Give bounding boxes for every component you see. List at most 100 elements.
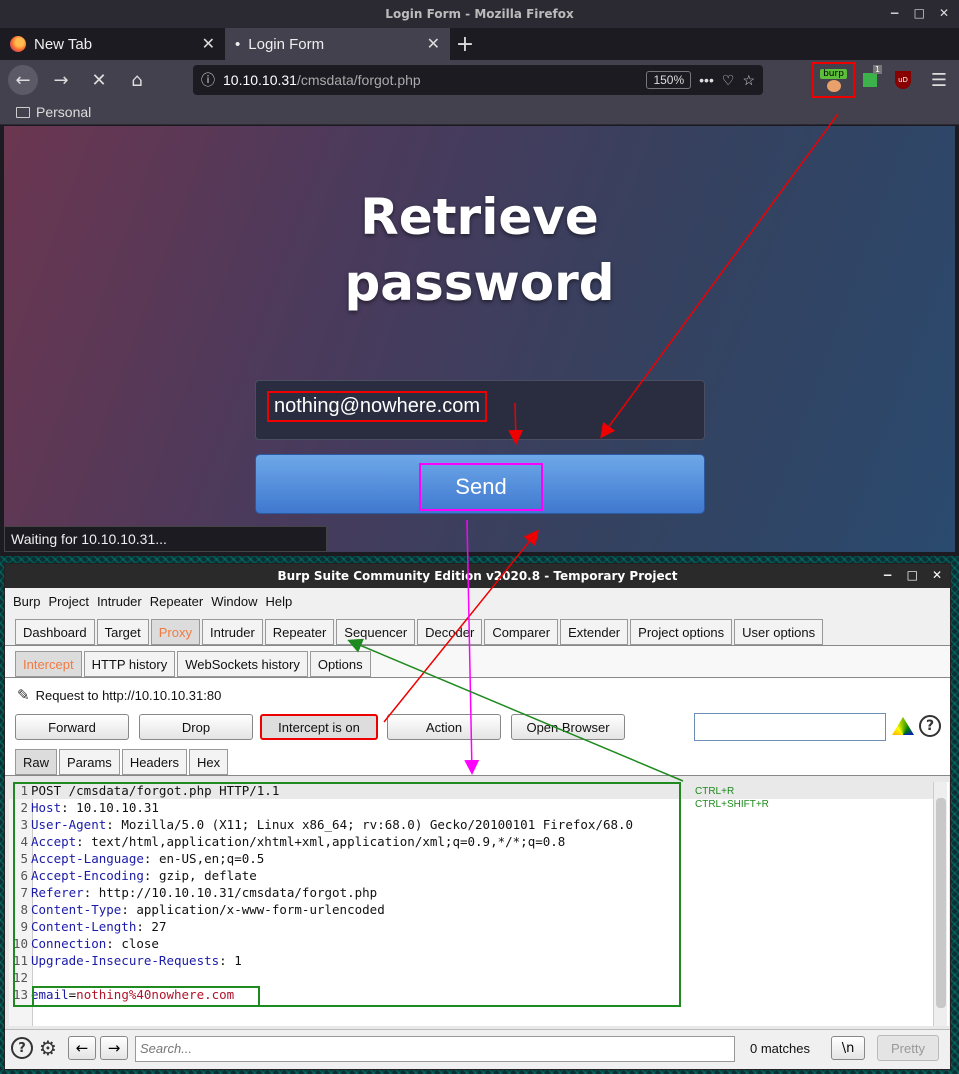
gear-icon[interactable]: ⚙ xyxy=(37,1036,59,1060)
page-title-line1: Retrieve xyxy=(360,188,599,246)
menu-project[interactable]: Project xyxy=(48,594,88,609)
maximize-icon[interactable]: □ xyxy=(907,568,918,582)
pencil-icon[interactable]: ✎ xyxy=(17,686,30,704)
pretty-button[interactable]: Pretty xyxy=(877,1035,939,1061)
home-icon: ⌂ xyxy=(131,69,143,91)
send-button[interactable]: Send xyxy=(255,454,705,514)
tab-hex[interactable]: Hex xyxy=(188,749,229,775)
menu-intruder[interactable]: Intruder xyxy=(97,594,142,609)
navigation-toolbar: ← → ✕ ⌂ ⓘ 10.10.10.31/cmsdata/forgot.php… xyxy=(0,60,959,100)
search-input[interactable]: Search... xyxy=(135,1036,735,1062)
tab-comparer[interactable]: Comparer xyxy=(484,619,559,645)
scrollbar-thumb[interactable] xyxy=(936,798,946,1008)
tab-label: New Tab xyxy=(34,35,93,53)
extension-count-badge: 1 xyxy=(873,65,883,74)
highlight-color-icon[interactable] xyxy=(892,717,914,735)
tab-sequencer[interactable]: Sequencer xyxy=(336,619,416,645)
bookmark-folder-personal[interactable]: Personal xyxy=(36,104,91,120)
action-button[interactable]: Action xyxy=(387,714,501,740)
comment-input[interactable] xyxy=(694,713,886,741)
email-input-value: nothing@nowhere.com xyxy=(267,391,487,422)
tab-options[interactable]: Options xyxy=(309,651,371,677)
arrow-left-icon: ← xyxy=(75,1039,89,1057)
close-icon[interactable]: ✕ xyxy=(932,568,942,582)
tab-extender[interactable]: Extender xyxy=(560,619,629,645)
email-param-annotation-box xyxy=(32,986,260,1007)
tab-user-options[interactable]: User options xyxy=(734,619,824,645)
minimize-icon[interactable]: − xyxy=(883,568,893,582)
bookmarks-toolbar: Personal xyxy=(0,100,959,125)
forward-button[interactable]: → xyxy=(46,65,76,95)
hamburger-menu-icon[interactable]: ☰ xyxy=(931,70,947,91)
menu-burp[interactable]: Burp xyxy=(13,594,40,609)
tab-target[interactable]: Target xyxy=(96,619,149,645)
tab-project-options[interactable]: Project options xyxy=(630,619,733,645)
arrow-left-icon: ← xyxy=(15,69,31,91)
request-target-line: ✎ Request to http://10.10.10.31:80 xyxy=(5,678,950,712)
tab-raw[interactable]: Raw xyxy=(15,749,58,775)
tab-websockets-history[interactable]: WebSockets history xyxy=(177,651,308,677)
tab-http-history[interactable]: HTTP history xyxy=(83,651,176,677)
folder-icon xyxy=(16,106,30,118)
pocket-icon[interactable]: ♡ xyxy=(722,72,735,89)
forward-request-button[interactable]: Forward xyxy=(15,714,129,740)
back-button[interactable]: ← xyxy=(8,65,38,95)
burp-badge: burp xyxy=(820,68,847,79)
help-icon[interactable]: ? xyxy=(11,1037,33,1059)
maximize-icon[interactable]: □ xyxy=(914,6,925,20)
stop-button[interactable]: ✕ xyxy=(84,65,114,95)
menu-help[interactable]: Help xyxy=(265,594,292,609)
tab-params[interactable]: Params xyxy=(59,749,120,775)
drop-button[interactable]: Drop xyxy=(139,714,253,740)
menu-window[interactable]: Window xyxy=(211,594,257,609)
bookmark-star-icon[interactable]: ☆ xyxy=(742,72,755,89)
extension-green-icon[interactable]: 1 xyxy=(863,65,883,87)
firefox-titlebar: Login Form - Mozilla Firefox − □ ✕ xyxy=(0,0,959,28)
help-icon[interactable]: ? xyxy=(919,715,941,737)
tab-intercept[interactable]: Intercept xyxy=(15,651,82,677)
burp-proxy-extension-button[interactable]: burp xyxy=(812,62,855,98)
new-tab-button[interactable]: + xyxy=(450,28,480,60)
newline-toggle-button[interactable]: \n xyxy=(831,1036,865,1060)
burp-window: Burp Suite Community Edition v2020.8 - T… xyxy=(4,563,951,1070)
vertical-scrollbar[interactable] xyxy=(933,782,947,1026)
shortcut-ctrl-r: CTRL+R xyxy=(695,786,735,797)
email-input[interactable]: nothing@nowhere.com xyxy=(255,380,705,440)
tab-headers[interactable]: Headers xyxy=(121,749,187,775)
url-path: /cmsdata/forgot.php xyxy=(296,72,421,88)
open-browser-button[interactable]: Open Browser xyxy=(511,714,625,740)
close-icon[interactable]: ✕ xyxy=(939,6,949,20)
minimize-icon[interactable]: − xyxy=(890,6,900,20)
page-actions-icon[interactable]: ••• xyxy=(699,72,714,88)
tab-repeater[interactable]: Repeater xyxy=(264,619,335,645)
page-title-line2: password xyxy=(344,254,615,312)
home-button[interactable]: ⌂ xyxy=(122,65,152,95)
url-bar[interactable]: ⓘ 10.10.10.31/cmsdata/forgot.php 150% ••… xyxy=(193,65,763,95)
message-view-tabs: Raw Params Headers Hex xyxy=(5,744,950,776)
search-prev-button[interactable]: ← xyxy=(68,1036,96,1060)
tab-dashboard[interactable]: Dashboard xyxy=(15,619,95,645)
burp-titlebar: Burp Suite Community Edition v2020.8 - T… xyxy=(5,564,950,588)
info-icon[interactable]: ⓘ xyxy=(201,70,215,90)
ublock-icon[interactable]: uD xyxy=(895,71,911,89)
firefox-window: Login Form - Mozilla Firefox − □ ✕ New T… xyxy=(0,0,959,556)
burp-window-title: Burp Suite Community Edition v2020.8 - T… xyxy=(277,569,678,583)
tab-decoder[interactable]: Decoder xyxy=(417,619,483,645)
tab-close-icon[interactable]: ✕ xyxy=(427,34,440,54)
zoom-level[interactable]: 150% xyxy=(646,71,692,89)
search-next-button[interactable]: → xyxy=(100,1036,128,1060)
tab-proxy[interactable]: Proxy xyxy=(150,619,200,645)
main-tabs: Dashboard Target Proxy Intruder Repeater… xyxy=(5,614,950,646)
request-editor[interactable]: 1 POST /cmsdata/forgot.php HTTP/1.1 2 Host:… xyxy=(9,782,949,1026)
tab-login-form[interactable]: • Login Form ✕ xyxy=(225,28,450,60)
request-target-text: Request to http://10.10.10.31:80 xyxy=(35,687,222,703)
firefox-logo-icon xyxy=(10,36,26,52)
request-annotation-box xyxy=(13,782,681,1007)
tab-intruder[interactable]: Intruder xyxy=(201,619,263,645)
intercept-toggle-button[interactable]: Intercept is on xyxy=(260,714,378,740)
send-button-label: Send xyxy=(419,463,543,511)
tab-new-tab[interactable]: New Tab ✕ xyxy=(0,28,225,60)
tab-close-icon[interactable]: ✕ xyxy=(202,34,215,54)
tab-label: Login Form xyxy=(248,35,325,53)
menu-repeater[interactable]: Repeater xyxy=(150,594,203,609)
